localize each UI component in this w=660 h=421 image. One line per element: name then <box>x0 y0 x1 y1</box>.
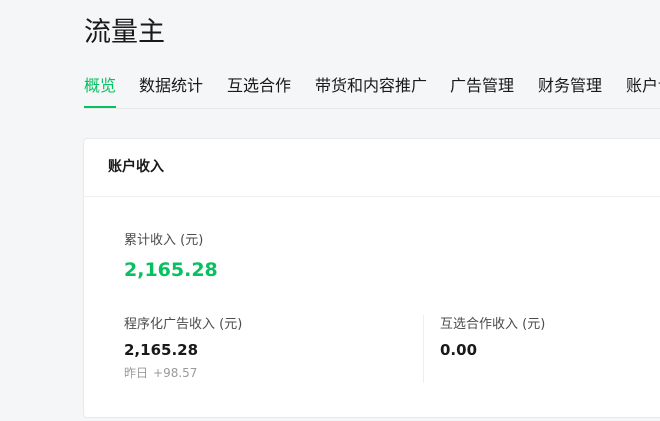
cooperation-income-value: 0.00 <box>440 341 478 359</box>
tab-account-settings[interactable]: 账户设置 <box>626 70 660 106</box>
card-title: 账户收入 <box>108 159 164 175</box>
total-income-label: 累计收入 (元) <box>124 233 204 248</box>
tab-commerce-promotion[interactable]: 带货和内容推广 <box>315 70 427 106</box>
tab-bar: 概览 数据统计 互选合作 带货和内容推广 广告管理 财务管理 账户设置 <box>84 70 660 109</box>
income-card: 账户收入 累计收入 (元) 2,165.28 程序化广告收入 (元) 2,165… <box>83 138 660 418</box>
tab-ad-management[interactable]: 广告管理 <box>450 70 514 106</box>
compare-delta: +98.57 <box>153 366 198 380</box>
total-income-value: 2,165.28 <box>124 259 218 281</box>
tab-finance-management[interactable]: 财务管理 <box>538 70 602 106</box>
tab-overview[interactable]: 概览 <box>84 70 117 108</box>
compare-label: 昨日 <box>124 366 149 380</box>
programmatic-income-compare: 昨日 +98.57 <box>124 365 197 381</box>
programmatic-income-value: 2,165.28 <box>124 341 199 359</box>
column-divider <box>423 315 424 383</box>
cooperation-income-label: 互选合作收入 (元) <box>440 317 546 332</box>
tab-mutual-selection[interactable]: 互选合作 <box>227 70 291 106</box>
card-header: 账户收入 <box>84 139 660 197</box>
programmatic-income-label: 程序化广告收入 (元) <box>124 317 243 332</box>
tab-data-statistics[interactable]: 数据统计 <box>139 70 203 106</box>
page-title: 流量主 <box>84 17 165 48</box>
